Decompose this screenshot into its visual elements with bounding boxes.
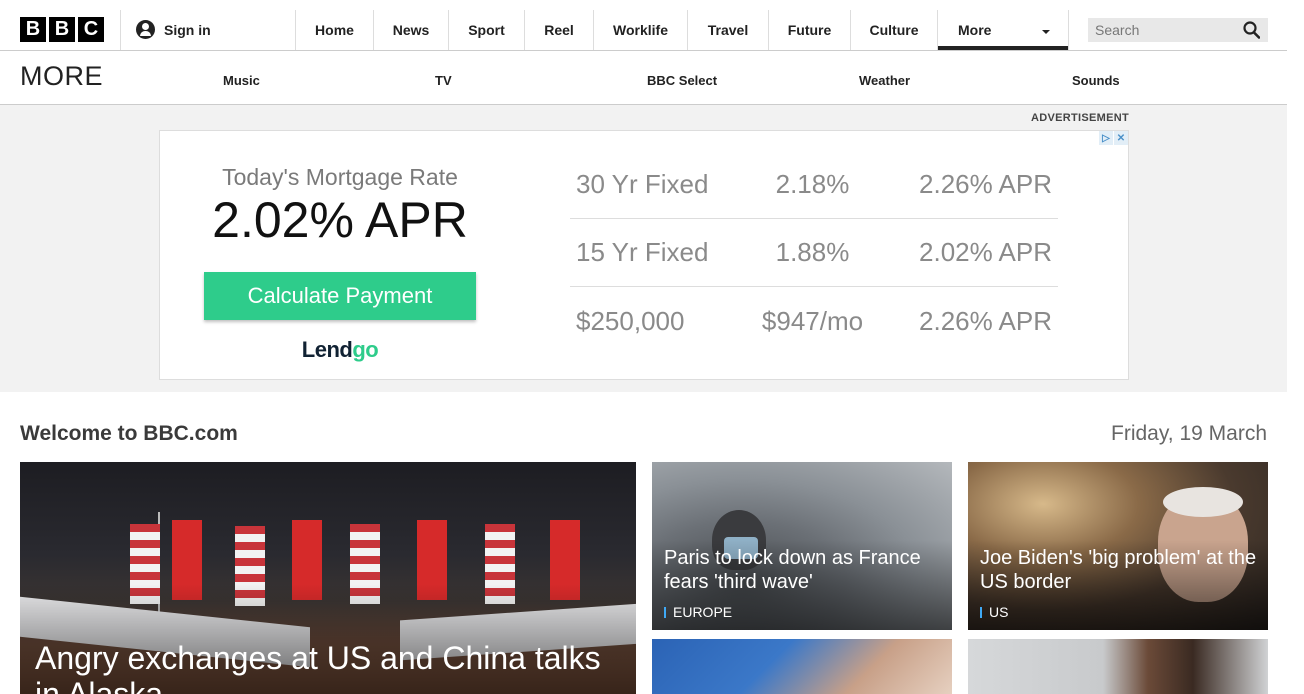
rate-row: 30 Yr Fixed 2.18% 2.26% APR — [570, 151, 1058, 219]
nav-more-label: More — [958, 22, 992, 38]
bbc-logo[interactable]: B B C — [20, 17, 104, 42]
user-icon — [136, 20, 155, 39]
tag-label: US — [989, 604, 1009, 620]
subnav-bbc-select[interactable]: BBC Select — [647, 73, 717, 88]
subnav-weather[interactable]: Weather — [859, 73, 910, 88]
rate-value: 2.18% — [775, 169, 850, 199]
ad-choices[interactable]: ▷ ✕ — [1098, 131, 1128, 145]
ad-heading: Today's Mortgage Rate — [222, 164, 458, 190]
nav-news[interactable]: News — [373, 10, 448, 50]
story-tag[interactable]: US — [980, 604, 1008, 620]
ad-left-panel: Today's Mortgage Rate 2.02% APR Calculat… — [160, 131, 520, 381]
logo-letter: B — [20, 17, 46, 42]
story-tag[interactable]: EUROPE — [664, 604, 732, 620]
calculate-payment-button[interactable]: Calculate Payment — [204, 272, 476, 320]
nav-sport[interactable]: Sport — [448, 10, 524, 50]
main-nav: Home News Sport Reel Worklife Travel Fut… — [295, 10, 1069, 50]
story-card[interactable] — [652, 639, 952, 694]
divider — [120, 10, 121, 50]
nav-reel[interactable]: Reel — [524, 10, 593, 50]
search-icon[interactable] — [1243, 21, 1260, 39]
chevron-down-icon — [1042, 30, 1050, 34]
nav-more[interactable]: More — [937, 10, 1069, 50]
close-icon[interactable]: ✕ — [1114, 131, 1128, 145]
more-subnav: MORE Music TV BBC Select Weather Sounds — [0, 51, 1287, 105]
story-card[interactable]: Joe Biden's 'big problem' at the US bord… — [968, 462, 1268, 630]
story-image — [652, 639, 952, 694]
rate-apr: 2.26% APR — [919, 169, 1052, 199]
tag-label: EUROPE — [673, 604, 733, 620]
logo-letter: B — [49, 17, 75, 42]
advertisement-label: ADVERTISEMENT — [1030, 112, 1129, 124]
rate-term: 15 Yr Fixed — [576, 237, 709, 267]
tag-marker — [664, 606, 666, 618]
search-input[interactable] — [1088, 18, 1238, 42]
story-headline: Paris to lock down as France fears 'thir… — [664, 547, 921, 593]
rate-value: $947/mo — [761, 305, 864, 336]
nav-home[interactable]: Home — [295, 10, 373, 50]
brand-part: Lend — [301, 337, 353, 362]
story-headline: Joe Biden's 'big problem' at the US bord… — [980, 547, 1257, 593]
story-card[interactable] — [968, 639, 1268, 694]
brand-part: go — [352, 337, 379, 362]
rate-table: 30 Yr Fixed 2.18% 2.26% APR 15 Yr Fixed … — [570, 151, 1058, 355]
rate-row: 15 Yr Fixed 1.88% 2.02% APR — [570, 219, 1058, 287]
advertisement-area: ADVERTISEMENT ▷ ✕ Today's Mortgage Rate … — [0, 105, 1287, 392]
rate-term: 30 Yr Fixed — [576, 169, 709, 199]
rate-apr: 2.02% APR — [919, 237, 1052, 267]
mortgage-ad[interactable]: ▷ ✕ Today's Mortgage Rate 2.02% APR Calc… — [159, 130, 1129, 380]
subnav-music[interactable]: Music — [223, 73, 260, 88]
section-title: MORE — [20, 61, 103, 91]
date-label: Friday, 19 March — [1111, 422, 1267, 445]
rate-apr: 2.26% APR — [919, 305, 1052, 336]
nav-worklife[interactable]: Worklife — [593, 10, 687, 50]
search-box — [1088, 18, 1268, 42]
subnav-tv[interactable]: TV — [435, 73, 452, 88]
rate-term: $250,000 — [576, 305, 685, 336]
welcome-heading: Welcome to BBC.com — [20, 422, 238, 445]
rate-row: $250,000 $947/mo 2.26% APR — [570, 287, 1058, 355]
rate-value: 1.88% — [775, 237, 850, 267]
nav-travel[interactable]: Travel — [687, 10, 768, 50]
story-card[interactable]: Paris to lock down as France fears 'thir… — [652, 462, 952, 630]
sign-in-link[interactable]: Sign in — [136, 20, 211, 39]
lead-story-card[interactable]: Angry exchanges at US and China talks in… — [20, 462, 636, 694]
lendgo-logo[interactable]: Lendgo — [160, 337, 520, 363]
logo-letter: C — [78, 17, 104, 42]
ad-info-icon[interactable]: ▷ — [1099, 131, 1113, 145]
sign-in-label: Sign in — [164, 21, 211, 38]
subnav-sounds[interactable]: Sounds — [1072, 73, 1120, 88]
tag-marker — [980, 606, 982, 618]
top-navigation: B B C Sign in Home News Sport Reel Workl… — [0, 0, 1287, 51]
story-image — [968, 639, 1268, 694]
ad-rate: 2.02% APR — [212, 192, 468, 248]
nav-future[interactable]: Future — [768, 10, 850, 50]
nav-culture[interactable]: Culture — [850, 10, 937, 50]
story-headline: Angry exchanges at US and China talks in… — [35, 640, 601, 694]
